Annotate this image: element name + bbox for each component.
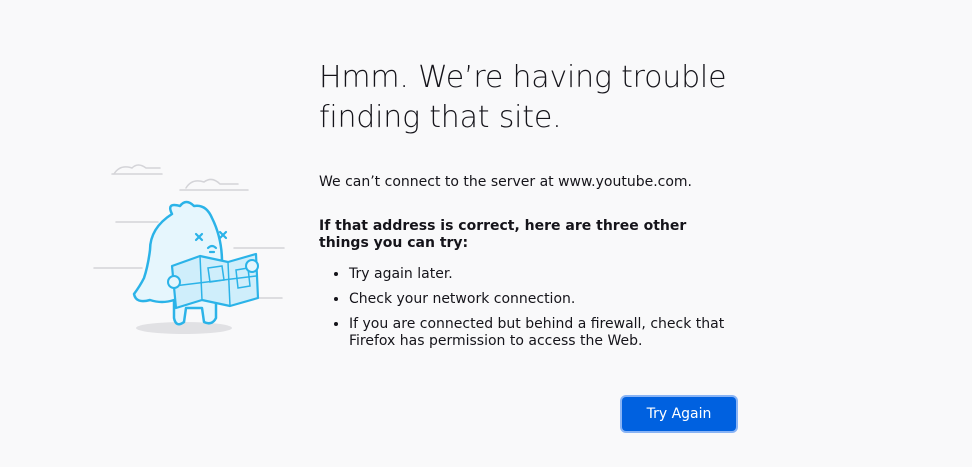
left-hand (167, 275, 181, 289)
suggestions-list: Try again later. Check your network conn… (319, 266, 739, 350)
confused-monster-map-illustration (93, 164, 285, 334)
try-again-button[interactable]: Try Again (622, 397, 736, 431)
error-content: Hmm. We’re having trouble finding that s… (319, 58, 739, 358)
suggestion-item: Try again later. (349, 266, 739, 283)
page-title: Hmm. We’re having trouble finding that s… (319, 60, 727, 135)
suggestions-heading: If that address is correct, here are thr… (319, 218, 687, 251)
suggestion-item: If you are connected but behind a firewa… (349, 316, 739, 350)
shadow (136, 322, 232, 334)
right-hand (245, 259, 259, 273)
error-page: Hmm. We’re having trouble finding that s… (0, 0, 972, 467)
map (170, 252, 260, 310)
suggestion-item: Check your network connection. (349, 291, 739, 308)
error-description: We can’t connect to the server at www.yo… (319, 174, 693, 190)
